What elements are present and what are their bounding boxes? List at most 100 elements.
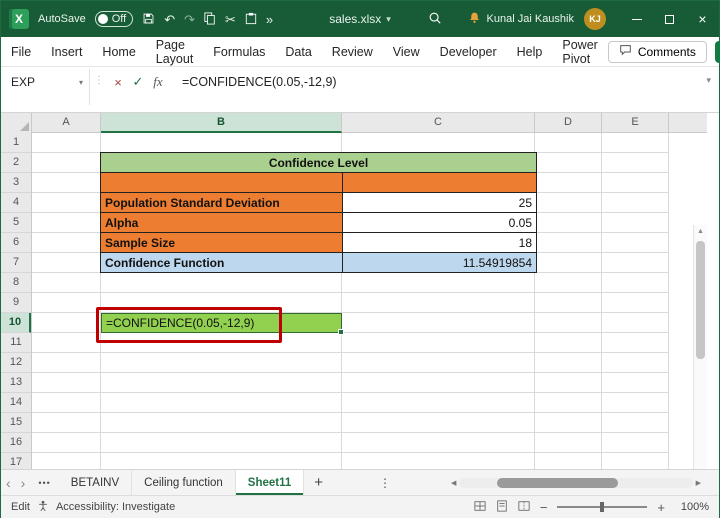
vertical-scrollbar[interactable]: ▲ ▼ <box>693 225 707 469</box>
search-icon[interactable] <box>428 11 442 27</box>
zoom-slider-knob[interactable] <box>600 502 605 512</box>
cell-b5-label[interactable]: Alpha <box>100 212 343 233</box>
accessibility-status[interactable]: Accessibility: Investigate <box>56 501 175 513</box>
name-box[interactable]: EXP ▾ <box>1 72 89 92</box>
select-all-corner[interactable] <box>1 113 32 133</box>
autosave-toggle[interactable]: Off <box>94 11 134 27</box>
minimize-button[interactable] <box>620 1 653 37</box>
menu-tab-review[interactable]: Review <box>322 37 383 67</box>
formula-bar-expand-icon[interactable]: ▾ <box>706 75 711 86</box>
row-header[interactable]: 9 <box>1 293 31 313</box>
cell-c7-value[interactable]: 11.54919854 <box>342 252 537 273</box>
more-options-icon[interactable]: ⋮ <box>379 476 391 490</box>
row-header[interactable]: 11 <box>1 333 31 353</box>
cell-c3[interactable] <box>342 172 537 193</box>
row-header[interactable]: 10 <box>1 313 31 333</box>
cells-area[interactable]: Confidence Level Population Standard Dev… <box>32 133 669 469</box>
avatar[interactable]: KJ <box>584 8 606 30</box>
formula-input[interactable]: =CONFIDENCE(0.05,-12,9) <box>182 72 337 92</box>
row-header[interactable]: 1 <box>1 133 31 153</box>
page-layout-view-icon[interactable] <box>496 499 508 515</box>
sheet-nav-right-icon[interactable]: › <box>16 475 31 491</box>
sheet-tab-betainv[interactable]: BETAINV <box>59 470 133 495</box>
worksheet-grid: A B C D E 1 2 3 4 5 6 7 8 9 10 11 12 13 14 15 16 17 Conf… <box>1 113 707 469</box>
column-header-c[interactable]: C <box>342 113 535 133</box>
menu-tab-developer[interactable]: Developer <box>430 37 507 67</box>
menu-tab-power-pivot[interactable]: Power Pivot <box>552 37 607 67</box>
more-commands-icon[interactable]: » <box>266 13 273 26</box>
row-header[interactable]: 13 <box>1 373 31 393</box>
zoom-level[interactable]: 100% <box>675 501 709 513</box>
row-header[interactable]: 17 <box>1 453 31 469</box>
redo-icon: ↷ <box>184 11 195 27</box>
zoom-out-icon[interactable]: − <box>540 500 548 515</box>
scroll-left-icon[interactable]: ◀ <box>451 479 456 487</box>
cell-b7-label[interactable]: Confidence Function <box>100 252 343 273</box>
add-sheet-icon[interactable]: + <box>304 474 333 491</box>
column-header-b[interactable]: B <box>101 113 342 133</box>
cell-b6-label[interactable]: Sample Size <box>100 232 343 253</box>
cell-b4-label[interactable]: Population Standard Deviation <box>100 192 343 213</box>
row-header[interactable]: 8 <box>1 273 31 293</box>
cancel-icon[interactable]: × <box>108 72 128 92</box>
row-header[interactable]: 2 <box>1 153 31 173</box>
sheet-list-ellipsis[interactable]: ••• <box>30 478 58 488</box>
scroll-right-icon[interactable]: ▶ <box>696 479 701 487</box>
horizontal-scroll-track[interactable] <box>459 478 693 488</box>
cell-c5-value[interactable]: 0.05 <box>342 212 537 233</box>
menu-tab-data[interactable]: Data <box>275 37 321 67</box>
column-header-a[interactable]: A <box>32 113 101 133</box>
menu-tab-view[interactable]: View <box>383 37 430 67</box>
maximize-button[interactable] <box>653 1 686 37</box>
menu-tab-page-layout[interactable]: Page Layout <box>146 37 204 67</box>
menu-tab-formulas[interactable]: Formulas <box>203 37 275 67</box>
table-title-cell[interactable]: Confidence Level <box>100 152 537 173</box>
column-header-d[interactable]: D <box>535 113 602 133</box>
notification-area[interactable]: Kunal Jai Kaushik <box>468 11 574 27</box>
insert-function-icon[interactable]: fx <box>148 72 168 92</box>
menu-tab-insert[interactable]: Insert <box>41 37 92 67</box>
row-header[interactable]: 15 <box>1 413 31 433</box>
row-header[interactable]: 7 <box>1 253 31 273</box>
zoom-slider[interactable] <box>557 502 648 512</box>
menu-tab-file[interactable]: File <box>1 37 41 67</box>
fill-handle[interactable] <box>338 329 344 335</box>
document-title[interactable]: sales.xlsx ▾ <box>329 1 391 37</box>
normal-view-icon[interactable] <box>474 500 486 515</box>
row-header[interactable]: 14 <box>1 393 31 413</box>
column-header-e[interactable]: E <box>602 113 669 133</box>
paste-icon[interactable] <box>245 12 257 27</box>
sheet-nav-left-icon[interactable]: ‹ <box>1 475 16 491</box>
sheet-tab-sheet11[interactable]: Sheet11 <box>235 470 305 495</box>
cut-icon[interactable]: ✂ <box>225 13 236 26</box>
comments-button[interactable]: Comments <box>607 40 707 63</box>
zoom-in-icon[interactable]: + <box>657 500 665 515</box>
row-header[interactable]: 5 <box>1 213 31 233</box>
chevron-down-icon[interactable]: ▾ <box>79 78 83 87</box>
row-header[interactable]: 6 <box>1 233 31 253</box>
scroll-up-icon[interactable]: ▲ <box>694 225 707 239</box>
menu-tab-home[interactable]: Home <box>92 37 145 67</box>
row-header[interactable]: 16 <box>1 433 31 453</box>
excel-logo-icon[interactable]: X <box>9 9 29 29</box>
close-button[interactable]: × <box>686 1 719 37</box>
row-header[interactable]: 12 <box>1 353 31 373</box>
copy-icon[interactable] <box>204 12 216 27</box>
horizontal-scrollbar[interactable]: ◀ ▶ <box>451 477 701 489</box>
cell-c4-value[interactable]: 25 <box>342 192 537 213</box>
row-header[interactable]: 3 <box>1 173 31 193</box>
vertical-scroll-thumb[interactable] <box>696 241 705 359</box>
save-icon[interactable] <box>142 12 155 27</box>
share-button[interactable] <box>714 40 720 63</box>
undo-icon[interactable]: ↶ <box>164 13 175 26</box>
cell-c6-value[interactable]: 18 <box>342 232 537 253</box>
page-break-view-icon[interactable] <box>518 500 530 515</box>
cell-b3[interactable] <box>100 172 343 193</box>
horizontal-scroll-thumb[interactable] <box>496 478 618 488</box>
sheet-tab-ceiling-function[interactable]: Ceiling function <box>132 470 236 495</box>
enter-icon[interactable]: ✓ <box>128 72 148 92</box>
ribbon-tab-bar: File Insert Home Page Layout Formulas Da… <box>1 37 720 67</box>
bell-icon <box>468 11 481 27</box>
menu-tab-help[interactable]: Help <box>507 37 553 67</box>
row-header[interactable]: 4 <box>1 193 31 213</box>
